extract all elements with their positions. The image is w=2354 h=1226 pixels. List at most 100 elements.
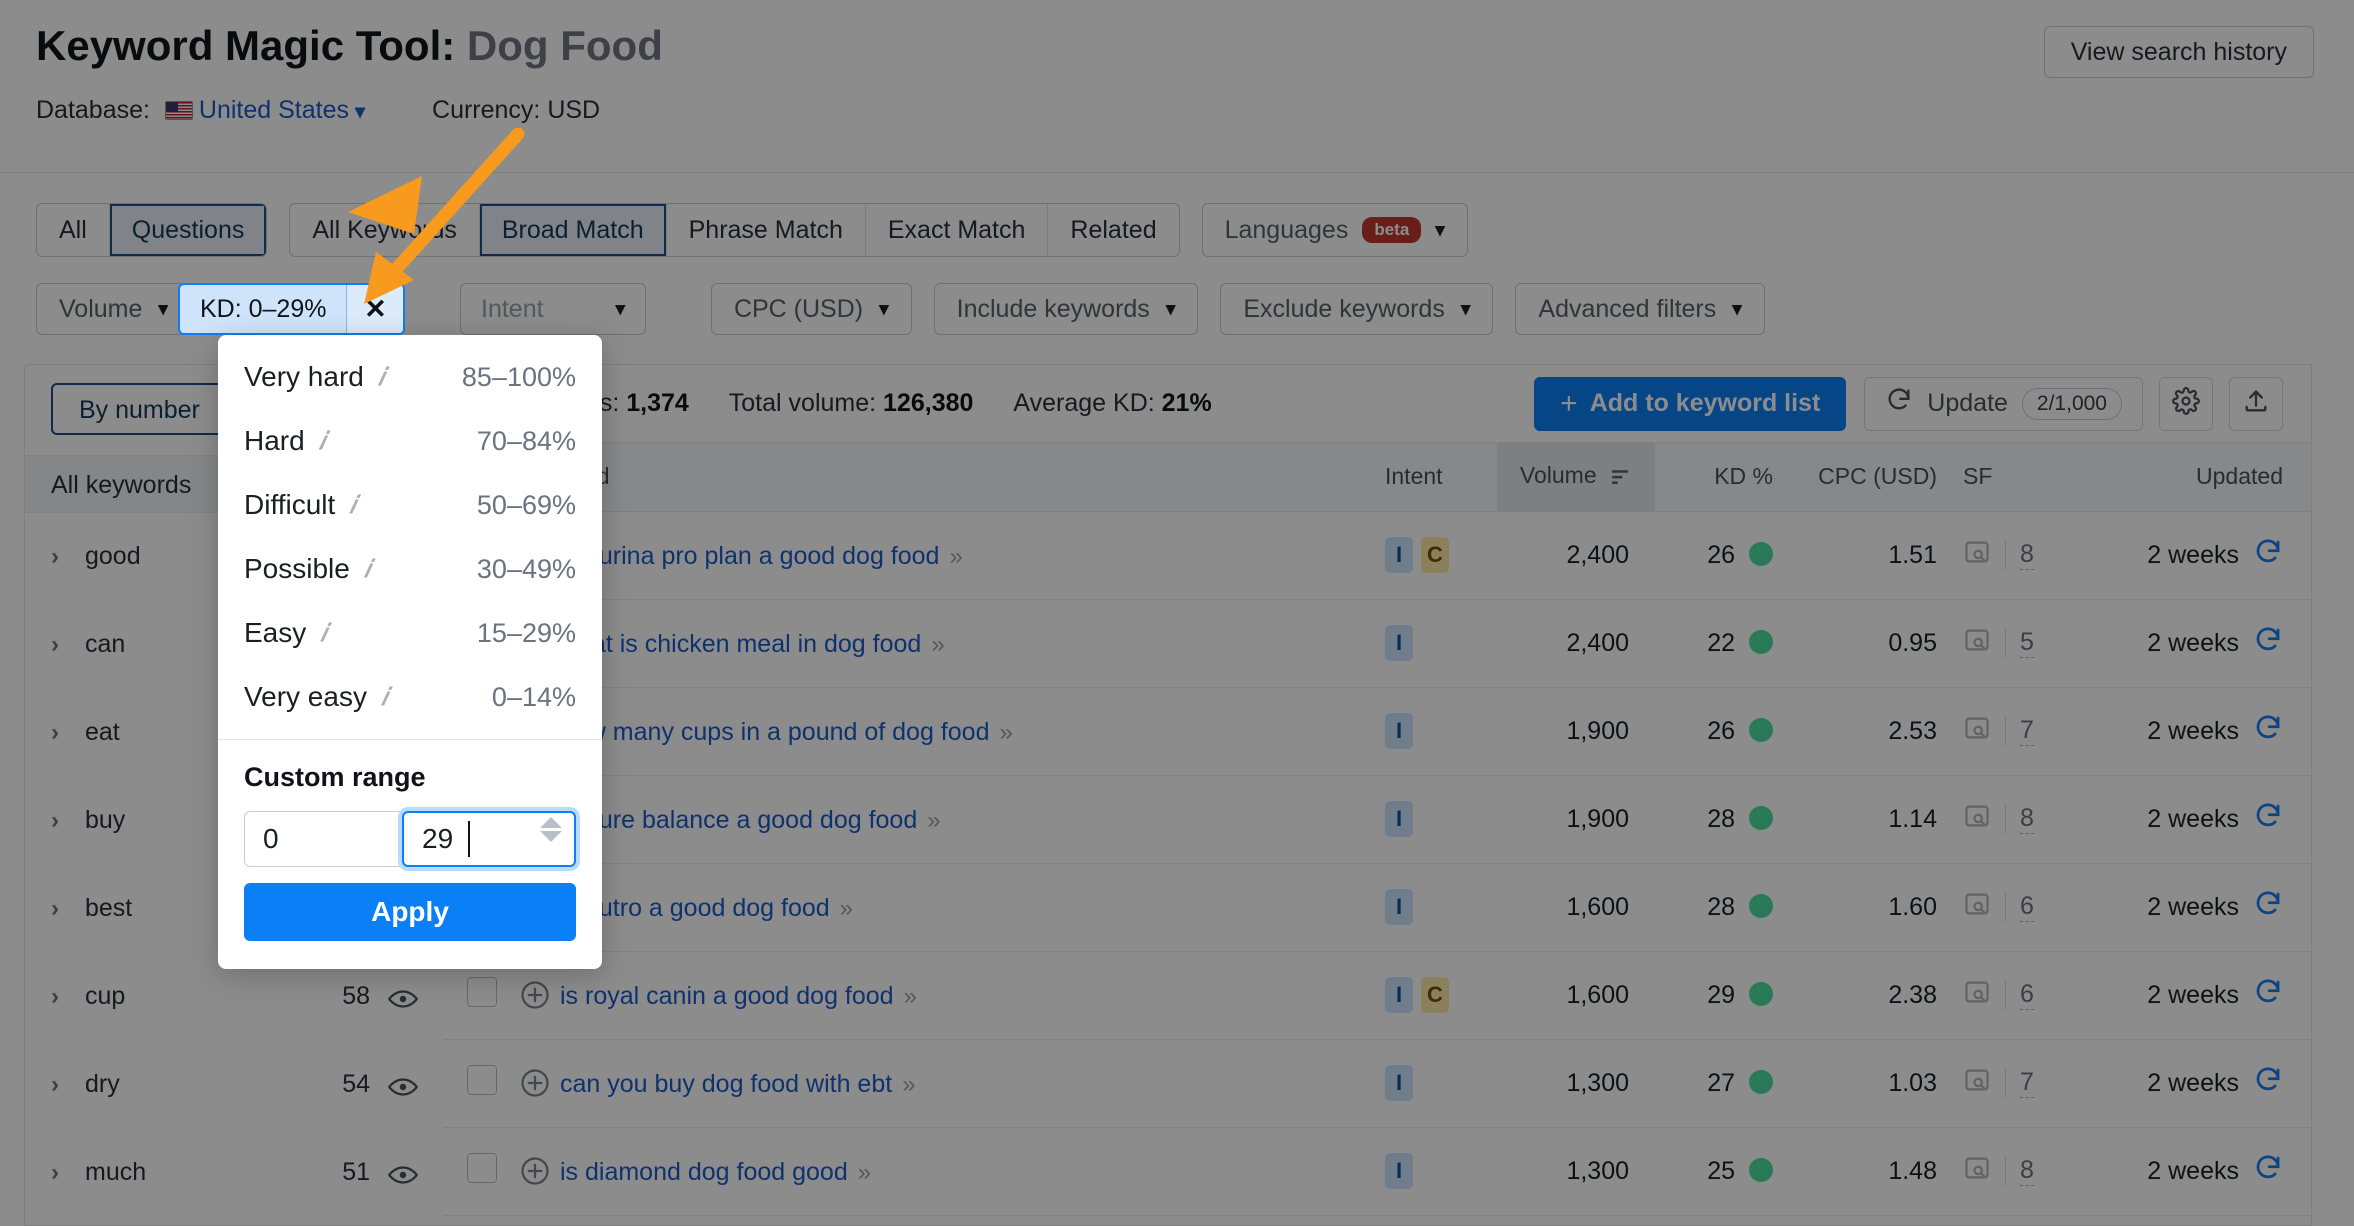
database-select[interactable]: United States	[199, 96, 349, 124]
include-keywords-filter[interactable]: Include keywords ▾	[933, 283, 1199, 335]
settings-button[interactable]	[2159, 376, 2213, 431]
column-header-intent[interactable]: Intent	[1385, 443, 1497, 512]
apply-button[interactable]: Apply	[244, 883, 576, 941]
refresh-icon[interactable]	[2253, 801, 2283, 838]
intent-badge[interactable]: I	[1385, 537, 1413, 573]
sf-count[interactable]: 6	[2020, 892, 2034, 922]
add-keyword-icon[interactable]	[520, 980, 550, 1010]
refresh-icon[interactable]	[2253, 625, 2283, 662]
sf-count[interactable]: 6	[2020, 980, 2034, 1010]
kd-min-input[interactable]: 0	[244, 811, 403, 867]
info-icon[interactable]: 𝑖	[320, 619, 327, 648]
cpc-filter[interactable]: CPC (USD) ▾	[710, 283, 912, 335]
kd-option[interactable]: Hard 𝑖 70–84%	[218, 409, 602, 473]
intent-badge[interactable]: I	[1385, 713, 1413, 749]
view-search-history-button[interactable]: View search history	[2043, 26, 2314, 78]
sf-count[interactable]: 7	[2020, 716, 2034, 746]
intent-badge[interactable]: C	[1421, 537, 1449, 573]
keyword-link[interactable]: is purina pro plan a good dog food	[560, 542, 939, 570]
languages-dropdown[interactable]: Languages beta ▾	[1201, 203, 1468, 257]
keyword-link[interactable]: is royal canin a good dog food	[560, 982, 894, 1010]
sf-count[interactable]: 8	[2020, 540, 2034, 570]
intent-badge[interactable]: C	[1421, 977, 1449, 1013]
row-checkbox[interactable]	[467, 1152, 497, 1183]
kd-option[interactable]: Easy 𝑖 15–29%	[218, 601, 602, 665]
chevron-double-right-icon[interactable]: »	[927, 807, 940, 834]
info-icon[interactable]: 𝑖	[364, 555, 371, 584]
export-button[interactable]	[2229, 376, 2283, 431]
chevron-right-icon[interactable]: ›	[51, 983, 85, 1011]
serp-features-icon[interactable]	[1963, 890, 1991, 925]
refresh-icon[interactable]	[2253, 977, 2283, 1014]
kd-option[interactable]: Possible 𝑖 30–49%	[218, 537, 602, 601]
intent-badge[interactable]: I	[1385, 977, 1413, 1013]
info-icon[interactable]: 𝑖	[319, 427, 326, 456]
serp-features-icon[interactable]	[1963, 978, 1991, 1013]
intent-badge[interactable]: I	[1385, 625, 1413, 661]
tab-all[interactable]: All	[37, 204, 110, 256]
refresh-icon[interactable]	[2253, 713, 2283, 750]
row-checkbox-cell[interactable]	[444, 1039, 520, 1128]
serp-features-icon[interactable]	[1963, 1154, 1991, 1189]
stepper-up-icon[interactable]	[540, 817, 562, 828]
eye-icon[interactable]	[387, 1163, 419, 1184]
info-icon[interactable]: 𝑖	[349, 491, 356, 520]
keyword-link[interactable]: is diamond dog food good	[560, 1158, 848, 1186]
column-header-volume[interactable]: Volume	[1497, 443, 1655, 512]
intent-badge[interactable]: I	[1385, 889, 1413, 925]
stepper-down-icon[interactable]	[540, 831, 562, 842]
row-checkbox[interactable]	[467, 976, 497, 1007]
chevron-right-icon[interactable]: ›	[51, 631, 85, 659]
chevron-double-right-icon[interactable]: »	[999, 719, 1012, 746]
chevron-double-right-icon[interactable]: »	[931, 631, 944, 658]
kd-option[interactable]: Difficult 𝑖 50–69%	[218, 473, 602, 537]
chevron-right-icon[interactable]: ›	[51, 543, 85, 571]
refresh-icon[interactable]	[2253, 889, 2283, 926]
column-header-updated[interactable]: Updated	[2063, 443, 2311, 512]
keyword-link[interactable]: is pure balance a good dog food	[560, 806, 917, 834]
column-header-sf[interactable]: SF	[1937, 443, 2063, 512]
kd-option[interactable]: Very easy 𝑖 0–14%	[218, 665, 602, 729]
chevron-right-icon[interactable]: ›	[51, 895, 85, 923]
chevron-right-icon[interactable]: ›	[51, 807, 85, 835]
chevron-right-icon[interactable]: ›	[51, 1159, 85, 1187]
volume-filter[interactable]: Volume ▾	[36, 283, 191, 335]
tab-phrase-match[interactable]: Phrase Match	[667, 204, 866, 256]
tab-exact-match[interactable]: Exact Match	[866, 204, 1049, 256]
intent-badge[interactable]: I	[1385, 1065, 1413, 1101]
advanced-filters[interactable]: Advanced filters ▾	[1515, 283, 1765, 335]
number-stepper[interactable]	[540, 817, 562, 842]
refresh-icon[interactable]	[2253, 1153, 2283, 1190]
serp-features-icon[interactable]	[1963, 538, 1991, 573]
column-header-kd[interactable]: KD %	[1655, 443, 1787, 512]
eye-icon[interactable]	[387, 1075, 419, 1096]
by-number-toggle[interactable]: By number	[51, 383, 228, 435]
close-icon[interactable]: ✕	[347, 285, 404, 333]
row-checkbox-cell[interactable]	[444, 1127, 520, 1216]
chevron-double-right-icon[interactable]: »	[904, 983, 917, 1010]
keyword-link[interactable]: can you buy dog food with ebt	[560, 1070, 892, 1098]
keyword-link[interactable]: how many cups in a pound of dog food	[560, 718, 989, 746]
intent-badge[interactable]: I	[1385, 801, 1413, 837]
eye-icon[interactable]	[387, 987, 419, 1008]
sidebar-group-item[interactable]: › much 51	[25, 1129, 444, 1217]
info-icon[interactable]: 𝑖	[378, 363, 385, 392]
sidebar-group-item[interactable]: › dry 54	[25, 1041, 444, 1129]
refresh-icon[interactable]	[2253, 537, 2283, 574]
info-icon[interactable]: 𝑖	[381, 683, 388, 712]
serp-features-icon[interactable]	[1963, 802, 1991, 837]
chevron-double-right-icon[interactable]: »	[949, 543, 962, 570]
kd-option[interactable]: Very hard 𝑖 85–100%	[218, 345, 602, 409]
add-keyword-icon[interactable]	[520, 1156, 550, 1186]
exclude-keywords-filter[interactable]: Exclude keywords ▾	[1220, 283, 1494, 335]
chevron-double-right-icon[interactable]: »	[902, 1071, 915, 1098]
chevron-double-right-icon[interactable]: »	[840, 895, 853, 922]
keyword-link[interactable]: what is chicken meal in dog food	[560, 630, 921, 658]
update-button[interactable]: Update 2/1,000	[1864, 376, 2143, 431]
tab-all-keywords[interactable]: All Keywords	[290, 204, 480, 256]
sf-count[interactable]: 8	[2020, 804, 2034, 834]
tab-related[interactable]: Related	[1048, 204, 1178, 256]
row-checkbox[interactable]	[467, 1064, 497, 1095]
refresh-icon[interactable]	[2253, 1065, 2283, 1102]
add-to-keyword-list-button[interactable]: + Add to keyword list	[1534, 376, 1847, 431]
